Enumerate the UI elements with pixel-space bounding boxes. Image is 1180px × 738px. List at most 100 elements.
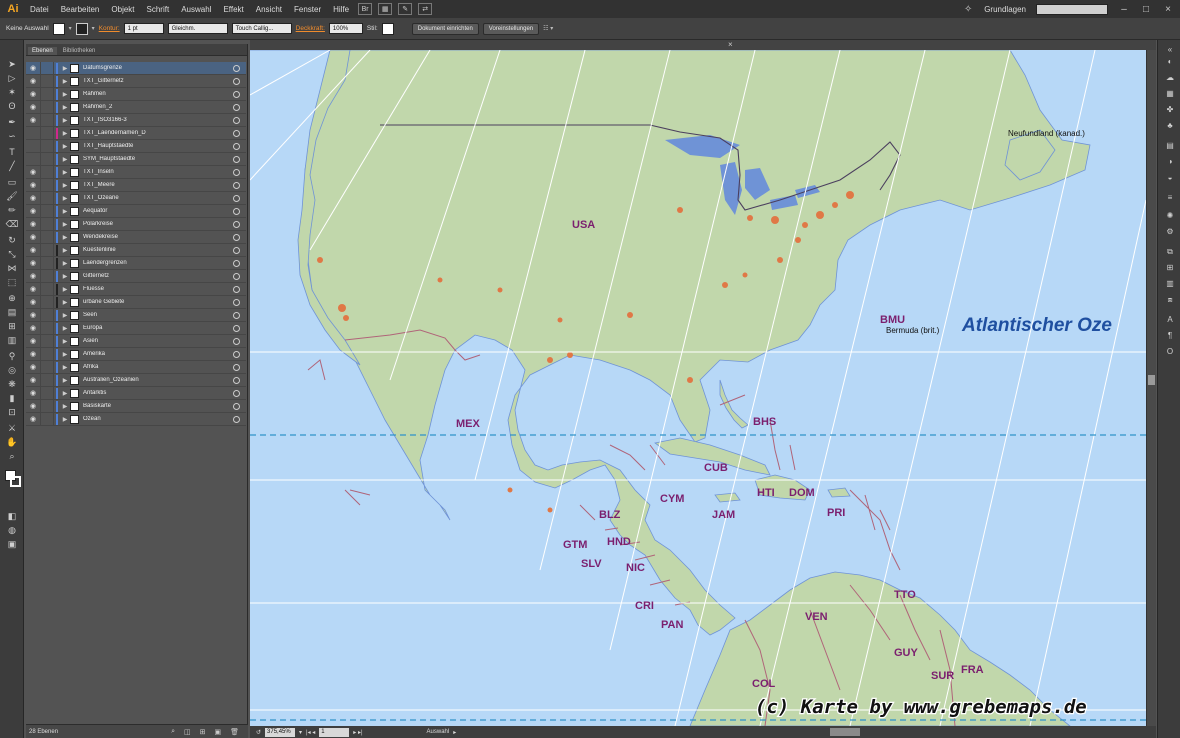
expand-arrow-icon[interactable]: ▶ [60, 377, 70, 384]
target-circle-icon[interactable] [233, 363, 240, 371]
visibility-eye-icon[interactable]: ◉ [26, 90, 40, 98]
curvature-tool-icon[interactable]: ∽ [5, 130, 19, 142]
paintbrush-tool-icon[interactable]: 🖌 [5, 190, 19, 202]
visibility-eye-icon[interactable]: ◉ [26, 194, 40, 202]
rectangle-tool-icon[interactable]: ▭ [5, 176, 19, 188]
expand-arrow-icon[interactable]: ▶ [60, 208, 70, 215]
expand-arrow-icon[interactable]: ▶ [60, 130, 70, 137]
free-transform-tool-icon[interactable]: ⬚ [5, 276, 19, 288]
visibility-eye-icon[interactable]: ◉ [26, 402, 40, 410]
menu-objekt[interactable]: Objekt [105, 5, 140, 14]
layer-row[interactable]: ◉ ▶ Amerika [26, 347, 246, 361]
lock-toggle[interactable] [40, 230, 54, 244]
layer-name[interactable]: Fluesse [83, 286, 233, 292]
artboard-tool-icon[interactable]: ⊡ [5, 406, 19, 418]
close-document-icon[interactable]: × [728, 40, 733, 49]
layer-row[interactable]: ◉ ▶ Europa [26, 321, 246, 335]
lock-toggle[interactable] [40, 308, 54, 322]
lock-toggle[interactable] [40, 347, 54, 361]
status-mode[interactable]: Auswahl [427, 729, 450, 735]
pathfinder-icon[interactable]: ⊞ [1164, 262, 1176, 274]
direct-selection-tool-icon[interactable]: ▷ [5, 72, 19, 84]
layer-name[interactable]: Rahmen_2 [83, 104, 233, 110]
layer-name[interactable]: Gitternetz [83, 273, 233, 279]
visibility-eye-icon[interactable]: ◉ [26, 116, 40, 124]
search-help-icon[interactable]: ✧ [962, 4, 974, 15]
appearance-icon[interactable]: ◒ [1164, 172, 1176, 184]
menu-hilfe[interactable]: Hilfe [327, 5, 355, 14]
brush-select[interactable]: Touch Callig... [231, 23, 292, 34]
stroke-profile-select[interactable]: Gleichm. [167, 23, 228, 34]
line-tool-icon[interactable]: ╱ [5, 160, 19, 172]
clipping-mask-icon[interactable]: ◫ [184, 728, 191, 736]
stroke-label[interactable]: Kontur: [99, 25, 120, 32]
layer-name[interactable]: Basiskarte [83, 403, 233, 409]
expand-arrow-icon[interactable]: ▶ [60, 143, 70, 150]
horizontal-scroll-thumb[interactable] [830, 728, 860, 736]
stroke-weight-field[interactable]: 1 pt [123, 23, 164, 34]
expand-arrow-icon[interactable]: ▶ [60, 390, 70, 397]
layer-row[interactable]: ◉ ▶ TXT_Meere [26, 178, 246, 192]
expand-arrow-icon[interactable]: ▶ [60, 65, 70, 72]
visibility-eye-icon[interactable]: ◉ [26, 350, 40, 358]
visibility-eye-icon[interactable]: ◉ [26, 64, 40, 72]
target-circle-icon[interactable] [233, 155, 240, 163]
scale-tool-icon[interactable]: ⤡ [5, 248, 19, 260]
visibility-eye-icon[interactable]: ◉ [26, 415, 40, 423]
character-icon[interactable]: A [1164, 314, 1176, 326]
expand-arrow-icon[interactable]: ▶ [60, 195, 70, 202]
expand-arrow-icon[interactable]: ▶ [60, 325, 70, 332]
expand-arrow-icon[interactable]: ▶ [60, 182, 70, 189]
visibility-eye-icon[interactable]: ◉ [26, 220, 40, 228]
layer-row[interactable]: ◉ ▶ Aequator [26, 204, 246, 218]
fill-dropdown-icon[interactable]: ▾ [69, 25, 72, 32]
target-circle-icon[interactable] [233, 389, 240, 397]
layer-name[interactable]: Laendergrenzen [83, 260, 233, 266]
target-circle-icon[interactable] [233, 181, 240, 189]
new-sublayer-icon[interactable]: ⊞ [200, 728, 206, 736]
gradient-icon[interactable]: ▤ [1164, 140, 1176, 152]
selection-tool-icon[interactable]: ➤ [5, 58, 19, 70]
stroke-swatch[interactable] [75, 22, 88, 35]
fill-stroke-swatches-icon[interactable] [5, 468, 21, 496]
slice-tool-icon[interactable]: ⚔ [5, 422, 19, 434]
arrange-documents-icon[interactable]: ▦ [378, 3, 393, 15]
expand-arrow-icon[interactable]: ▶ [60, 416, 70, 423]
visibility-eye-icon[interactable]: ◉ [26, 337, 40, 345]
visibility-eye-icon[interactable]: ◉ [26, 389, 40, 397]
type-tool-icon[interactable]: T [5, 146, 19, 158]
layer-name[interactable]: Polarkreise [83, 221, 233, 227]
layer-name[interactable]: Asien [83, 338, 233, 344]
layer-row[interactable]: ◉ ▶ TXT_Ozeane [26, 191, 246, 205]
layer-row[interactable]: ▶ TXT_Laendernamen_D [26, 126, 246, 140]
eyedropper-tool-icon[interactable]: ⚲ [5, 350, 19, 362]
paragraph-icon[interactable]: ¶ [1164, 330, 1176, 342]
lock-toggle[interactable] [40, 74, 54, 88]
lock-toggle[interactable] [40, 321, 54, 335]
color-mode-icon[interactable]: ◧ [5, 510, 19, 522]
expand-arrow-icon[interactable]: ▶ [60, 104, 70, 111]
target-circle-icon[interactable] [233, 298, 240, 306]
target-circle-icon[interactable] [233, 207, 240, 215]
zoom-tool-icon[interactable]: ⌕ [5, 450, 19, 462]
layer-row[interactable]: ◉ ▶ Kuestenlinie [26, 243, 246, 257]
layer-name[interactable]: Amerika [83, 351, 233, 357]
expand-arrow-icon[interactable]: ▶ [60, 338, 70, 345]
layer-name[interactable]: TXT_Inseln [83, 169, 233, 175]
lock-toggle[interactable] [40, 386, 54, 400]
expand-arrow-icon[interactable]: ▶ [60, 403, 70, 410]
graphic-styles-icon[interactable]: ⚙ [1164, 226, 1176, 238]
layer-name[interactable]: Aequator [83, 208, 233, 214]
transform-icon[interactable]: ⧉ [1164, 246, 1176, 258]
expand-arrow-icon[interactable]: ▶ [60, 221, 70, 228]
layer-row[interactable]: ◉ ▶ Laendergrenzen [26, 256, 246, 270]
visibility-eye-icon[interactable]: ◉ [26, 233, 40, 241]
visibility-eye-icon[interactable]: ◉ [26, 259, 40, 267]
lock-toggle[interactable] [40, 412, 54, 426]
expand-arrow-icon[interactable]: ▶ [60, 273, 70, 280]
artboard-field[interactable]: 1 [319, 727, 350, 737]
target-circle-icon[interactable] [233, 376, 240, 384]
target-circle-icon[interactable] [233, 103, 240, 111]
minimize-icon[interactable]: – [1118, 4, 1130, 15]
layer-row[interactable]: ▶ TXT_Hauptstaedte [26, 139, 246, 153]
